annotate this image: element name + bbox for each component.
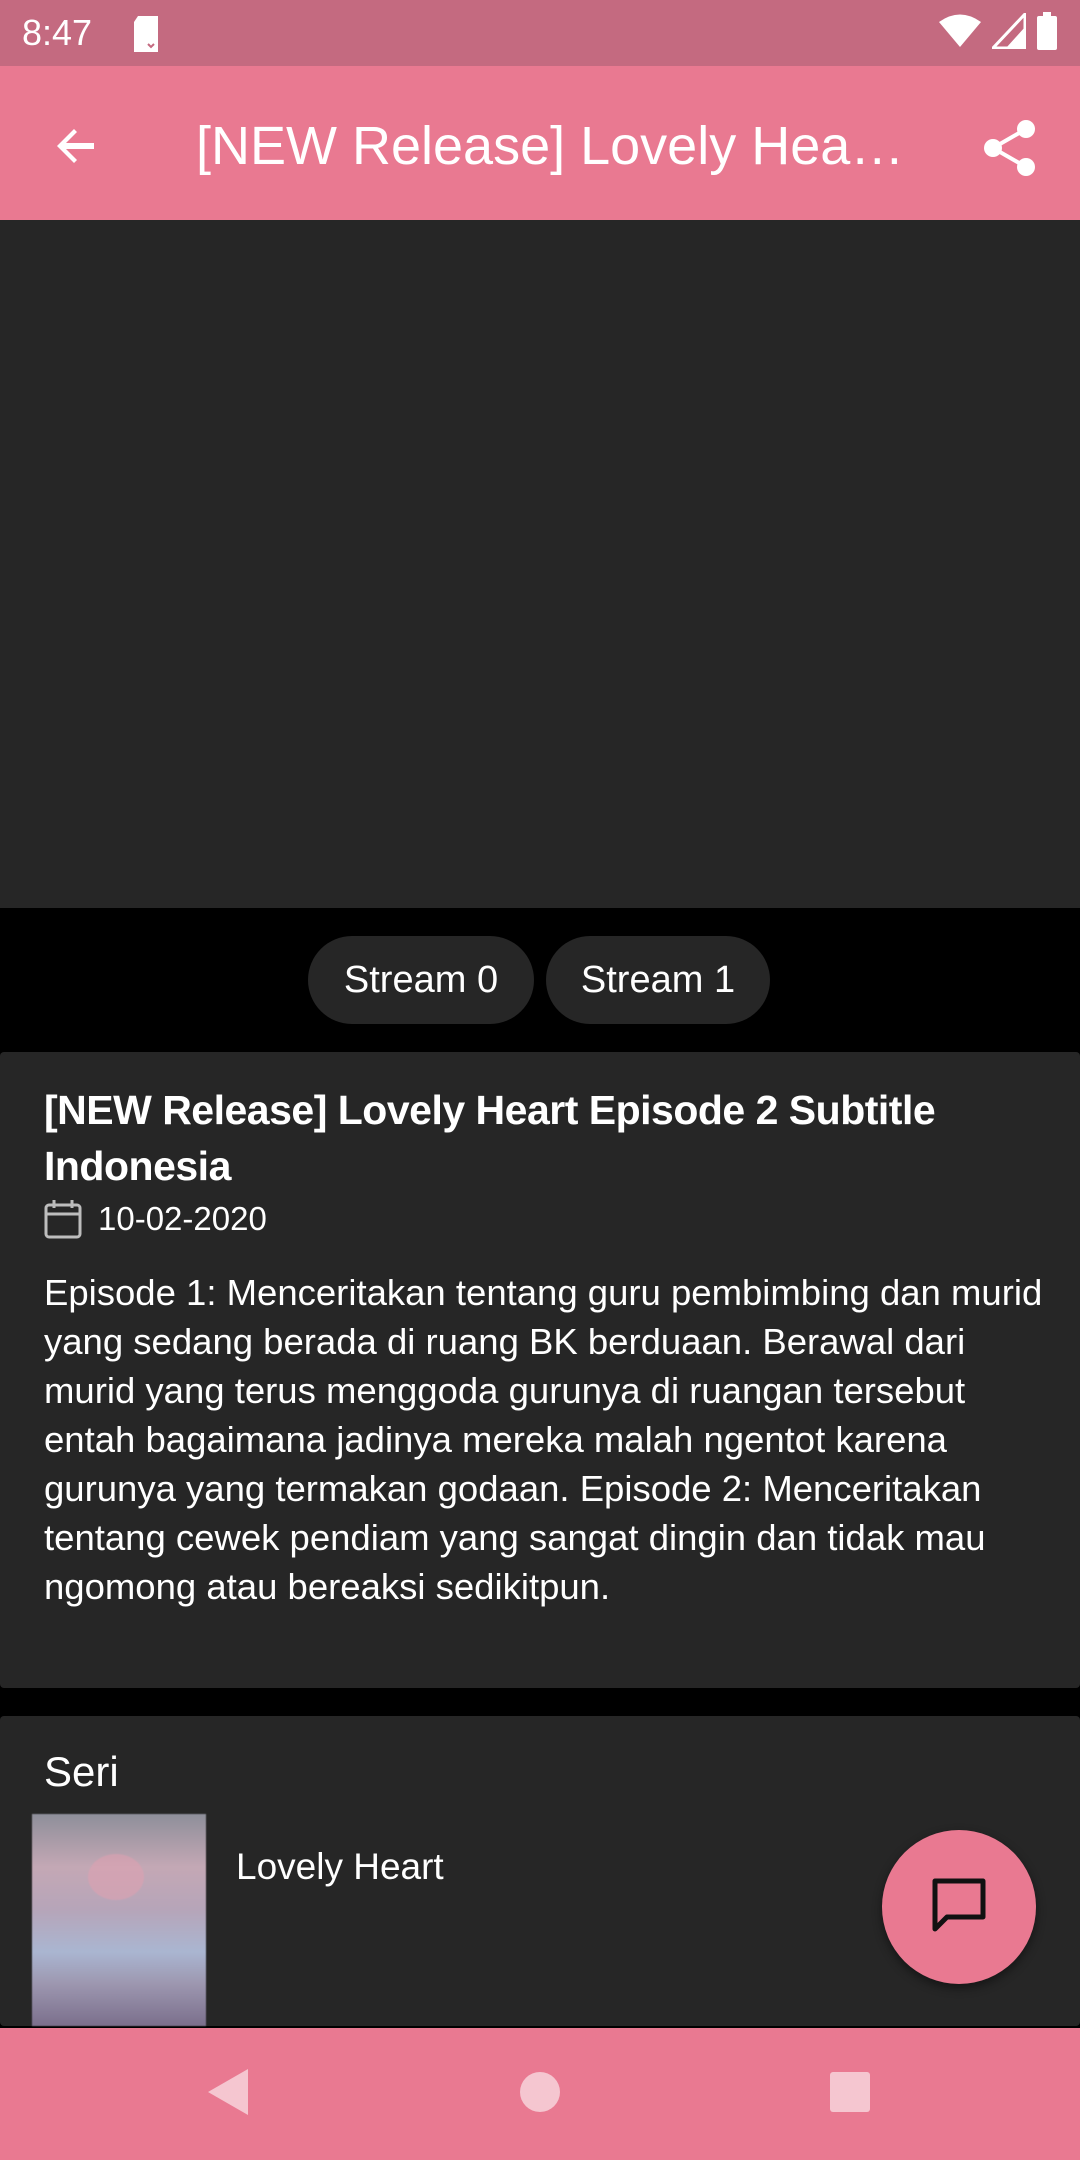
arrow-back-icon	[52, 122, 100, 175]
comment-fab-button[interactable]	[882, 1830, 1036, 1984]
video-player[interactable]	[0, 220, 1080, 908]
nav-back-button[interactable]	[196, 2062, 260, 2126]
status-icons	[938, 9, 1058, 55]
stream-0-button[interactable]: Stream 0	[308, 936, 534, 1024]
episode-title: [NEW Release] Lovely Heart Episode 2 Sub…	[44, 1087, 936, 1189]
nav-back-icon	[206, 2067, 250, 2122]
nav-home-button[interactable]	[508, 2062, 572, 2126]
episode-description: Episode 1: Menceritakan tentang guru pem…	[44, 1272, 1043, 1607]
page-title: [NEW Release] Lovely Hea…	[196, 116, 905, 176]
calendar-icon	[44, 1198, 84, 1240]
status-time: 8:47	[22, 12, 93, 53]
episode-info-card: [NEW Release] Lovely Heart Episode 2 Sub…	[0, 1052, 1080, 1688]
nav-home-icon	[518, 2070, 562, 2119]
date-row: 10-02-2020	[44, 1194, 267, 1244]
share-icon	[982, 118, 1038, 183]
series-thumbnail[interactable]	[32, 1814, 206, 2026]
series-heading: Seri	[44, 1748, 119, 1795]
sd-card-icon	[130, 14, 162, 54]
episode-date: 10-02-2020	[98, 1200, 267, 1237]
back-button[interactable]	[38, 110, 114, 186]
nav-recents-button[interactable]	[818, 2062, 882, 2126]
signal-icon	[989, 9, 1027, 54]
system-nav-bar	[0, 2028, 1080, 2160]
series-item-name[interactable]: Lovely Heart	[236, 1842, 444, 1892]
share-button[interactable]	[968, 108, 1052, 192]
status-bar: 8:47	[0, 0, 1080, 66]
wifi-icon	[938, 13, 982, 54]
battery-icon	[1036, 11, 1058, 55]
app-bar: [NEW Release] Lovely Hea…	[0, 66, 1080, 220]
stream-1-button[interactable]: Stream 1	[546, 936, 770, 1024]
chat-bubble-icon	[929, 1875, 989, 1940]
stream-selector: Stream 0 Stream 1	[0, 908, 1080, 1052]
nav-recents-icon	[828, 2070, 872, 2119]
